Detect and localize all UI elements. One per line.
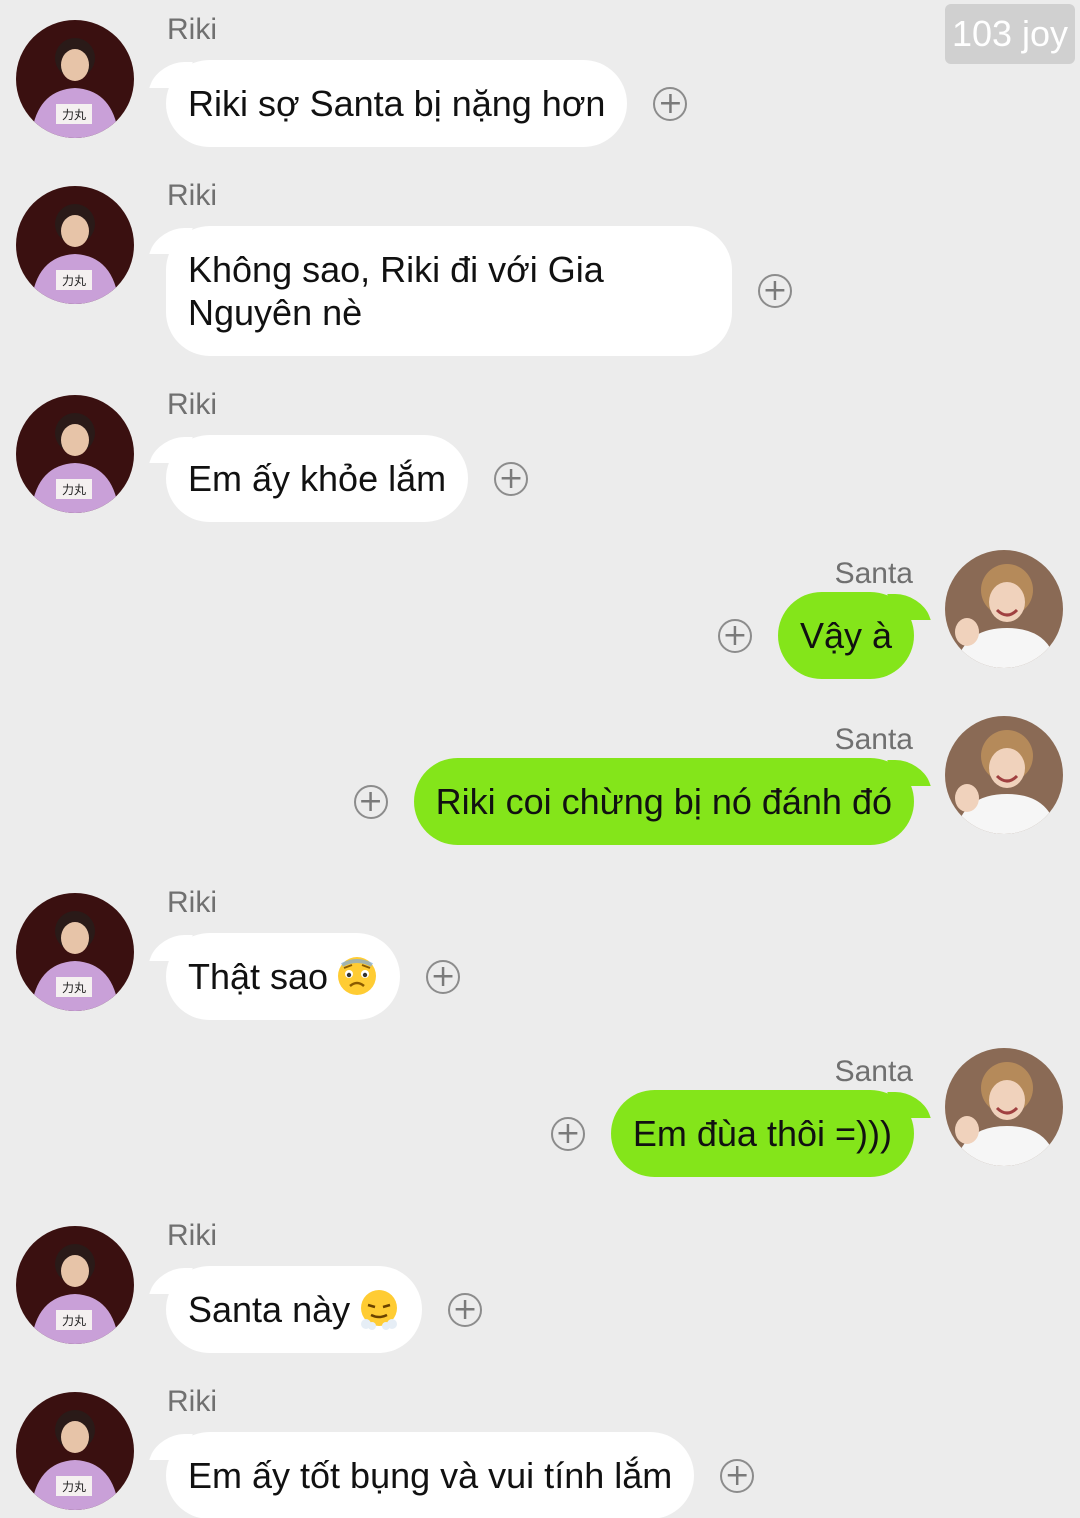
riki-avatar[interactable]: 力丸 <box>16 1392 134 1510</box>
santa-avatar[interactable] <box>945 716 1063 834</box>
riki-avatar[interactable]: 力丸 <box>16 893 134 1011</box>
svg-text:力丸: 力丸 <box>62 981 86 995</box>
svg-text:力丸: 力丸 <box>62 274 86 288</box>
message-text: Em ấy tốt bụng và vui tính lắm <box>188 1455 673 1496</box>
message-text: Em đùa thôi =))) <box>632 1113 892 1154</box>
message-content: + Vậy à <box>717 592 914 679</box>
message-text: Em ấy khỏe lắm <box>188 458 447 499</box>
plus-circle-icon[interactable]: + <box>494 461 529 496</box>
sender-name: Riki <box>167 1385 217 1418</box>
santa-avatar[interactable] <box>945 1048 1063 1166</box>
sender-name: Santa <box>834 1055 913 1088</box>
anxious-face-icon <box>338 957 377 995</box>
plus-circle-icon[interactable]: + <box>550 1116 585 1151</box>
plus-circle-icon[interactable]: + <box>653 86 688 121</box>
message-text: Riki sợ Santa bị nặng hơn <box>188 83 606 124</box>
plus-circle-icon[interactable]: + <box>353 784 388 819</box>
watermark-label: 103 joy <box>945 4 1075 64</box>
message-content: Không sao, Riki đi với Gia Nguyên nè + <box>166 226 792 356</box>
message-text: Santa này <box>188 1289 351 1330</box>
message-bubble[interactable]: Không sao, Riki đi với Gia Nguyên nè <box>166 226 732 356</box>
message-bubble[interactable]: Em ấy tốt bụng và vui tính lắm <box>166 1432 695 1518</box>
santa-avatar[interactable] <box>945 550 1063 668</box>
sender-name: Riki <box>167 388 217 421</box>
message-content: Santa này + <box>166 1266 483 1353</box>
message-text: Thật sao <box>188 956 329 997</box>
message-content: + Em đùa thôi =))) <box>550 1090 914 1177</box>
message-bubble[interactable]: Em đùa thôi =))) <box>610 1090 914 1177</box>
chat-screen: 103 joy 力丸 Riki Riki sợ Santa bị nặng hơ… <box>0 0 1080 1518</box>
plus-circle-icon[interactable]: + <box>426 959 461 994</box>
riki-avatar[interactable]: 力丸 <box>16 20 134 138</box>
plus-circle-icon[interactable]: + <box>448 1292 483 1327</box>
steam-face-icon <box>361 1290 398 1330</box>
sender-name: Riki <box>167 886 217 919</box>
riki-avatar[interactable]: 力丸 <box>16 395 134 513</box>
svg-text:力丸: 力丸 <box>62 1480 86 1494</box>
svg-text:力丸: 力丸 <box>62 483 86 497</box>
sender-name: Santa <box>834 557 913 590</box>
plus-circle-icon[interactable]: + <box>720 1458 755 1493</box>
sender-name: Santa <box>834 723 913 756</box>
message-text: Riki coi chừng bị nó đánh đó <box>435 781 892 822</box>
riki-avatar[interactable]: 力丸 <box>16 1226 134 1344</box>
sender-name: Riki <box>167 13 217 46</box>
message-bubble[interactable]: Riki coi chừng bị nó đánh đó <box>413 758 914 845</box>
message-content: Thật sao + <box>166 933 461 1020</box>
message-bubble[interactable]: Santa này <box>166 1266 423 1353</box>
message-content: Em ấy khỏe lắm + <box>166 435 529 522</box>
plus-circle-icon[interactable]: + <box>717 618 752 653</box>
message-text: Không sao, Riki đi với Gia Nguyên nè <box>188 249 604 333</box>
sender-name: Riki <box>167 179 217 212</box>
riki-avatar[interactable]: 力丸 <box>16 186 134 304</box>
message-bubble[interactable]: Em ấy khỏe lắm <box>166 435 469 522</box>
message-text: Vậy à <box>799 615 892 656</box>
svg-text:力丸: 力丸 <box>62 108 86 122</box>
message-content: Riki sợ Santa bị nặng hơn + <box>166 60 688 147</box>
message-content: + Riki coi chừng bị nó đánh đó <box>353 758 914 845</box>
plus-circle-icon[interactable]: + <box>758 274 792 308</box>
sender-name: Riki <box>167 1219 217 1252</box>
message-bubble[interactable]: Thật sao <box>166 933 401 1020</box>
message-bubble[interactable]: Riki sợ Santa bị nặng hơn <box>166 60 628 147</box>
message-bubble[interactable]: Vậy à <box>777 592 914 679</box>
svg-text:力丸: 力丸 <box>62 1314 86 1328</box>
message-content: Em ấy tốt bụng và vui tính lắm + <box>166 1432 755 1518</box>
